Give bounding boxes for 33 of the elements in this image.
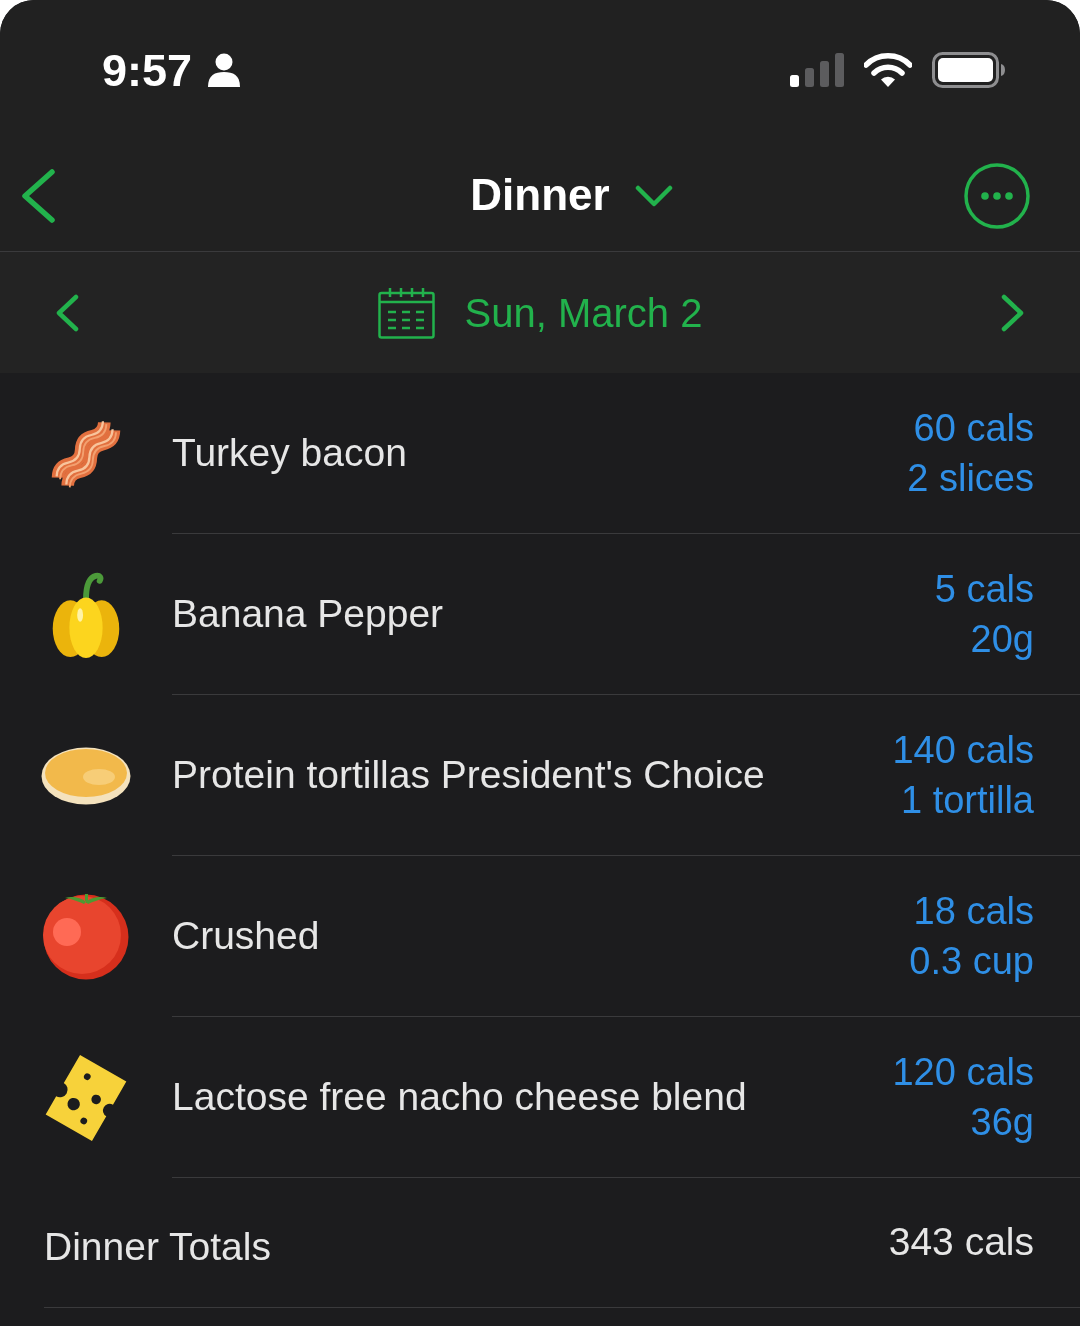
calorie-count: 5 cals xyxy=(934,567,1034,612)
cheese-icon xyxy=(44,1052,128,1143)
food-name[interactable]: Crushed xyxy=(172,913,320,959)
signal-icon xyxy=(790,53,844,87)
tortilla-icon xyxy=(41,746,131,805)
calorie-count: 18 cals xyxy=(913,889,1034,934)
calendar-icon xyxy=(377,286,435,339)
food-name[interactable]: Protein tortillas President's Choice xyxy=(172,752,765,798)
serving-size: 20g xyxy=(970,617,1034,662)
food-name[interactable]: Turkey bacon xyxy=(172,430,407,476)
person-icon xyxy=(208,53,241,87)
serving-size: 2 slices xyxy=(907,456,1034,501)
wifi-icon xyxy=(864,53,912,87)
calorie-count: 120 cals xyxy=(892,1050,1034,1095)
serving-size: 36g xyxy=(970,1100,1034,1145)
totals-calories: 343 cals xyxy=(888,1220,1034,1265)
status-time: 9:57 xyxy=(102,47,193,93)
tomato-icon xyxy=(41,893,131,980)
chevron-down-icon[interactable] xyxy=(634,184,673,207)
chevron-left-icon[interactable] xyxy=(55,293,79,332)
date-label[interactable]: Sun, March 2 xyxy=(464,290,703,335)
serving-size: 1 tortilla xyxy=(900,778,1034,823)
food-name[interactable]: Banana Pepper xyxy=(172,591,444,637)
totals-label: Dinner Totals xyxy=(44,1224,271,1270)
calorie-count: 60 cals xyxy=(913,406,1034,451)
food-name[interactable]: Lactose free nacho cheese blend xyxy=(172,1074,747,1120)
calorie-count: 140 cals xyxy=(892,728,1034,773)
more-icon[interactable] xyxy=(964,162,1030,229)
serving-size: 0.3 cup xyxy=(909,939,1034,984)
back-icon[interactable] xyxy=(20,168,56,223)
chevron-right-icon[interactable] xyxy=(1001,293,1025,332)
meal-title[interactable]: Dinner xyxy=(470,171,610,220)
battery-icon xyxy=(932,52,1006,88)
